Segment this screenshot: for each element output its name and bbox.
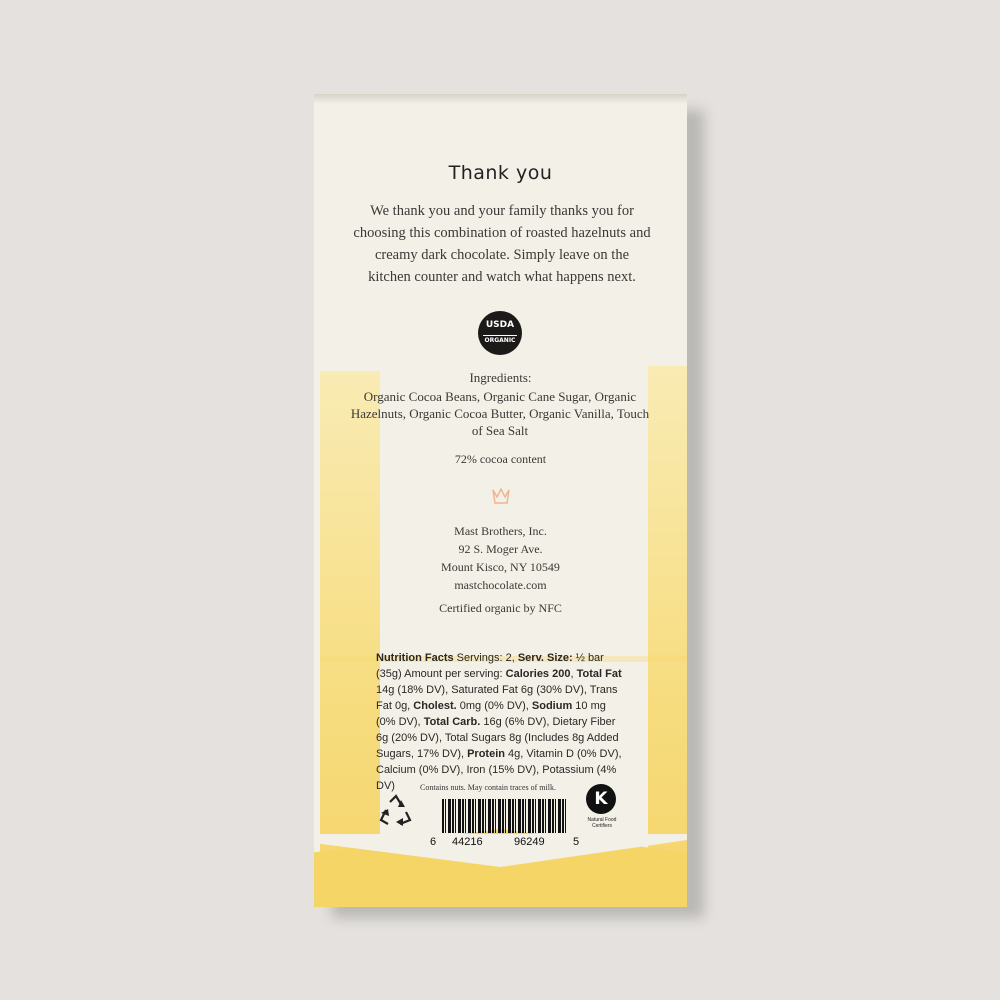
intro-text: We thank you and your family thanks you … — [353, 203, 651, 285]
allergen-text: Contains nuts. May contain traces of mil… — [420, 783, 556, 792]
address-line: 92 S. Moger Ave. — [458, 542, 543, 556]
box-top-edge — [314, 94, 687, 104]
kosher-caption: Natural Food Certifiers — [587, 817, 617, 829]
barcode: 6 44216 96249 5 — [430, 799, 579, 848]
crown-logo-icon — [492, 487, 510, 504]
calories: Calories 200 — [505, 668, 571, 680]
yellow-stripe-right — [648, 366, 687, 907]
protein-label: Protein — [467, 748, 505, 760]
ingredients-text: Organic Cocoa Beans, Organic Cane Sugar,… — [350, 389, 650, 438]
sodium-label: Sodium — [531, 700, 573, 712]
ingredients-heading: Ingredients: — [469, 370, 532, 385]
barcode-digits: 96249 — [514, 836, 545, 848]
usda-organic-seal-icon: USDA ORGANIC — [478, 311, 522, 355]
recycle-icon — [379, 794, 412, 826]
kosher-certification-icon: K — [586, 784, 616, 814]
barcode-digit: 6 — [430, 836, 437, 848]
chocolate-box-back: Thank you We thank you and your family t… — [314, 94, 687, 907]
barcode-digits: 44216 — [452, 836, 483, 848]
barcode-bars — [442, 799, 568, 833]
serv-size-label: Serv. Size: — [517, 652, 573, 664]
website: mastchocolate.com — [454, 578, 547, 592]
servings: Servings: 2, — [453, 652, 518, 664]
carb-label: Total Carb. — [423, 716, 481, 728]
nutrition-facts: Nutrition Facts Servings: 2, Serv. Size:… — [376, 652, 622, 792]
cocoa-content: 72% cocoa content — [454, 452, 547, 466]
thank-you-title: Thank you — [448, 162, 553, 184]
cholest-label: Cholest. — [413, 700, 457, 712]
certified-text: Certified organic by NFC — [439, 601, 562, 615]
total-fat-label: Total Fat — [576, 668, 622, 680]
nutrition-label: Nutrition Facts — [376, 652, 454, 664]
cholest-value: 0mg (0% DV), — [456, 700, 532, 712]
seal-line1: USDA — [485, 320, 515, 330]
amount-per-serving: Amount per serving: — [404, 668, 506, 680]
barcode-digit: 5 — [573, 836, 580, 848]
address-line: Mast Brothers, Inc. — [454, 524, 547, 538]
address-block: Mast Brothers, Inc. 92 S. Moger Ave. Mou… — [314, 522, 687, 594]
seal-line2: ORGANIC — [483, 335, 517, 344]
address-line: Mount Kisco, NY 10549 — [441, 560, 560, 574]
